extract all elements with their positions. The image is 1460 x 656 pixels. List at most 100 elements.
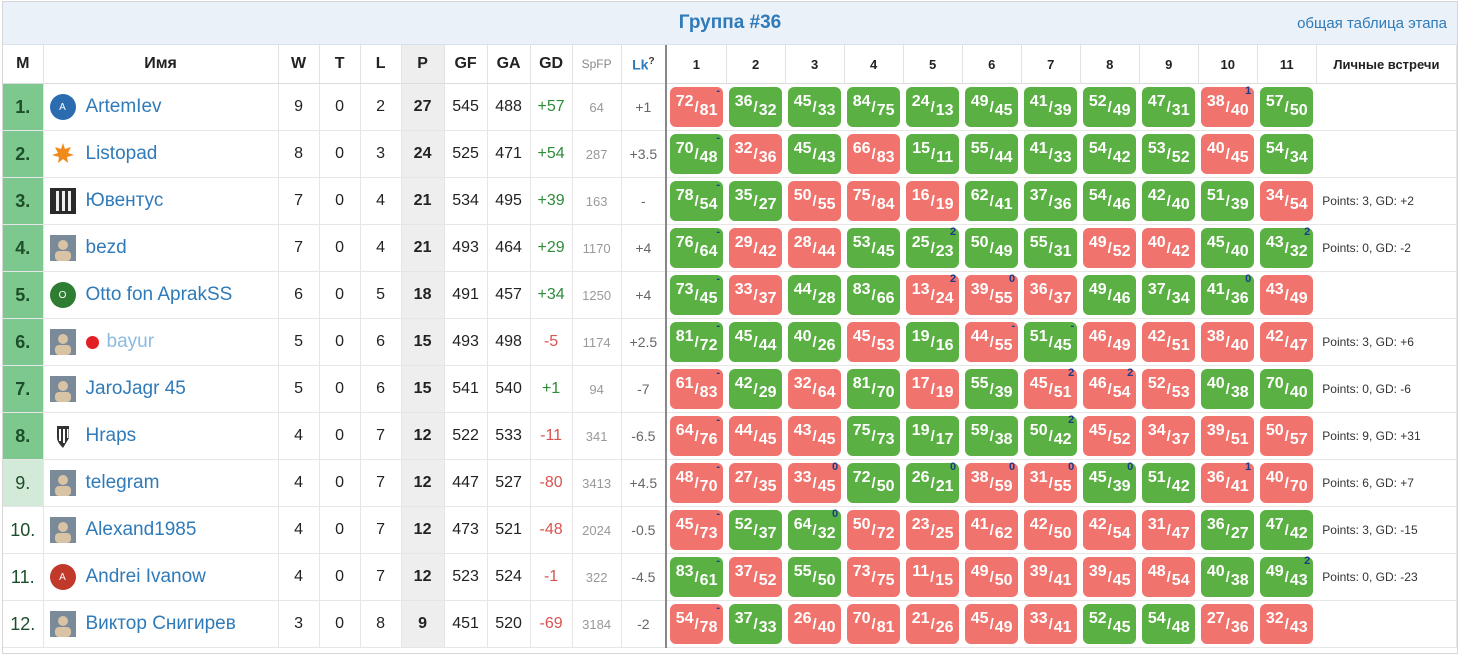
game-result-badge[interactable]: 37/33 — [729, 604, 783, 644]
game-result-badge[interactable]: 66/83 — [847, 134, 901, 174]
game-result-badge[interactable]: 36/37 — [1024, 275, 1078, 315]
game-result-badge[interactable]: 70/40 — [1260, 369, 1314, 409]
game-result-badge[interactable]: 45/53 — [847, 322, 901, 362]
game-result-badge[interactable]: 42/47 — [1260, 322, 1314, 362]
game-result-badge[interactable]: 50/42 2 — [1024, 414, 1078, 456]
game-result-badge[interactable]: 32/64 — [788, 369, 842, 409]
game-result-badge[interactable]: 47/42 — [1260, 510, 1314, 550]
game-result-badge[interactable]: 50/72 — [847, 510, 901, 550]
game-result-badge[interactable]: 43/32 2 — [1260, 226, 1314, 268]
game-result-badge[interactable]: 40/38 — [1201, 369, 1255, 409]
game-result-badge[interactable]: 29/42 — [729, 228, 783, 268]
game-result-badge[interactable]: 50/49 — [965, 228, 1019, 268]
game-result-badge[interactable]: 33/45 0 — [788, 461, 842, 503]
game-result-badge[interactable]: 76/64 - — [670, 226, 724, 268]
game-result-badge[interactable]: 45/52 — [1083, 416, 1137, 456]
game-result-badge[interactable]: 21/26 — [906, 604, 960, 644]
game-result-badge[interactable]: 84/75 — [847, 87, 901, 127]
game-result-badge[interactable]: 42/29 — [729, 369, 783, 409]
game-result-badge[interactable]: 41/62 — [965, 510, 1019, 550]
game-result-badge[interactable]: 46/54 2 — [1083, 367, 1137, 409]
game-result-badge[interactable]: 37/34 — [1142, 275, 1196, 315]
player-name-link[interactable]: Andrei Ivanow — [86, 566, 206, 588]
game-result-badge[interactable]: 35/27 — [729, 181, 783, 221]
game-result-badge[interactable]: 39/45 — [1083, 557, 1137, 597]
game-result-badge[interactable]: 45/49 — [965, 604, 1019, 644]
col-lk[interactable]: Lk? — [621, 45, 667, 84]
game-result-badge[interactable]: 34/37 — [1142, 416, 1196, 456]
game-result-badge[interactable]: 25/23 2 — [906, 226, 960, 268]
game-result-badge[interactable]: 16/19 — [906, 181, 960, 221]
game-result-badge[interactable]: 54/78 - — [670, 602, 724, 644]
game-result-badge[interactable]: 40/45 — [1201, 134, 1255, 174]
game-result-badge[interactable]: 32/43 — [1260, 604, 1314, 644]
game-result-badge[interactable]: 49/45 — [965, 87, 1019, 127]
game-result-badge[interactable]: 81/72 - — [670, 320, 724, 362]
game-result-badge[interactable]: 44/45 — [729, 416, 783, 456]
game-result-badge[interactable]: 41/33 — [1024, 134, 1078, 174]
help-icon[interactable]: ? — [648, 56, 654, 67]
game-result-badge[interactable]: 52/53 — [1142, 369, 1196, 409]
game-result-badge[interactable]: 53/45 — [847, 228, 901, 268]
game-result-badge[interactable]: 36/41 1 — [1201, 461, 1255, 503]
game-result-badge[interactable]: 39/51 — [1201, 416, 1255, 456]
game-result-badge[interactable]: 37/36 — [1024, 181, 1078, 221]
game-result-badge[interactable]: 55/39 — [965, 369, 1019, 409]
game-result-badge[interactable]: 27/35 — [729, 463, 783, 503]
game-result-badge[interactable]: 38/59 0 — [965, 461, 1019, 503]
game-result-badge[interactable]: 40/42 — [1142, 228, 1196, 268]
game-result-badge[interactable]: 48/54 — [1142, 557, 1196, 597]
game-result-badge[interactable]: 40/38 — [1201, 557, 1255, 597]
game-result-badge[interactable]: 49/52 — [1083, 228, 1137, 268]
game-result-badge[interactable]: 83/66 — [847, 275, 901, 315]
game-result-badge[interactable]: 38/40 1 — [1201, 85, 1255, 127]
game-result-badge[interactable]: 33/41 — [1024, 604, 1078, 644]
game-result-badge[interactable]: 17/19 — [906, 369, 960, 409]
game-result-badge[interactable]: 72/81 - — [670, 85, 724, 127]
game-result-badge[interactable]: 40/70 — [1260, 463, 1314, 503]
game-result-badge[interactable]: 83/61 - — [670, 555, 724, 597]
game-result-badge[interactable]: 75/73 — [847, 416, 901, 456]
game-result-badge[interactable]: 73/75 — [847, 557, 901, 597]
player-name-link[interactable]: bezd — [86, 237, 127, 259]
game-result-badge[interactable]: 34/54 — [1260, 181, 1314, 221]
game-result-badge[interactable]: 52/37 — [729, 510, 783, 550]
game-result-badge[interactable]: 45/33 — [788, 87, 842, 127]
game-result-badge[interactable]: 33/37 — [729, 275, 783, 315]
game-result-badge[interactable]: 51/39 — [1201, 181, 1255, 221]
player-name-link[interactable]: JaroJagr 45 — [86, 378, 186, 400]
game-result-badge[interactable]: 37/52 — [729, 557, 783, 597]
game-result-badge[interactable]: 44/55 - — [965, 320, 1019, 362]
game-result-badge[interactable]: 59/38 — [965, 416, 1019, 456]
game-result-badge[interactable]: 45/43 — [788, 134, 842, 174]
game-result-badge[interactable]: 52/49 — [1083, 87, 1137, 127]
game-result-badge[interactable]: 15/11 — [906, 134, 960, 174]
game-result-badge[interactable]: 78/54 - — [670, 179, 724, 221]
player-name-link[interactable]: Listopad — [86, 143, 158, 165]
game-result-badge[interactable]: 28/44 — [788, 228, 842, 268]
game-result-badge[interactable]: 54/34 — [1260, 134, 1314, 174]
game-result-badge[interactable]: 45/40 — [1201, 228, 1255, 268]
game-result-badge[interactable]: 72/50 — [847, 463, 901, 503]
game-result-badge[interactable]: 42/50 — [1024, 510, 1078, 550]
game-result-badge[interactable]: 46/49 — [1083, 322, 1137, 362]
game-result-badge[interactable]: 49/46 — [1083, 275, 1137, 315]
game-result-badge[interactable]: 19/16 — [906, 322, 960, 362]
game-result-badge[interactable]: 50/57 — [1260, 416, 1314, 456]
player-name-link[interactable]: telegram — [86, 472, 160, 494]
game-result-badge[interactable]: 42/51 — [1142, 322, 1196, 362]
game-result-badge[interactable]: 55/44 — [965, 134, 1019, 174]
game-result-badge[interactable]: 24/13 — [906, 87, 960, 127]
game-result-badge[interactable]: 49/43 2 — [1260, 555, 1314, 597]
game-result-badge[interactable]: 45/44 — [729, 322, 783, 362]
game-result-badge[interactable]: 51/45 - — [1024, 320, 1078, 362]
game-result-badge[interactable]: 52/45 — [1083, 604, 1137, 644]
lk-label[interactable]: Lk — [632, 56, 648, 72]
game-result-badge[interactable]: 44/28 — [788, 275, 842, 315]
game-result-badge[interactable]: 36/32 — [729, 87, 783, 127]
stage-table-link[interactable]: общая таблица этапа — [1297, 15, 1447, 32]
game-result-badge[interactable]: 43/49 — [1260, 275, 1314, 315]
game-result-badge[interactable]: 53/52 — [1142, 134, 1196, 174]
game-result-badge[interactable]: 36/27 — [1201, 510, 1255, 550]
game-result-badge[interactable]: 39/55 0 — [965, 273, 1019, 315]
